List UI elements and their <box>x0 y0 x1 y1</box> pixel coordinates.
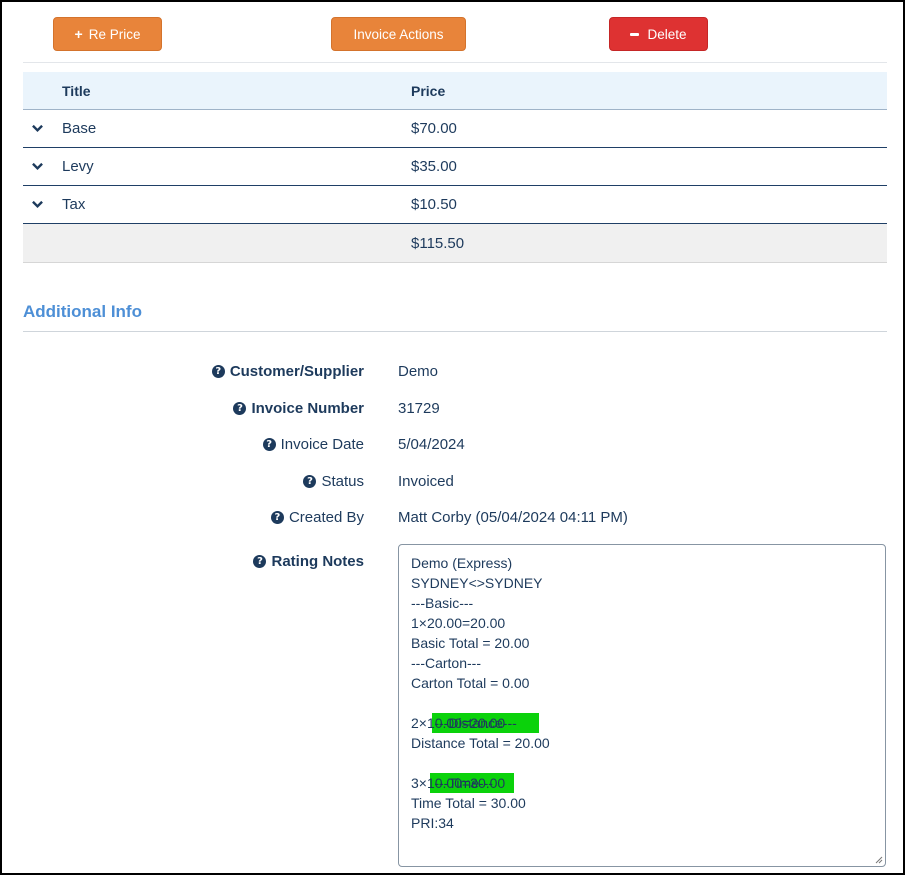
notes-line: Basic Total = 20.00 <box>411 635 530 651</box>
notes-line: SYDNEY<>SYDNEY <box>411 575 543 591</box>
field-label-text: Invoice Number <box>251 400 364 417</box>
row-title: Base <box>62 120 97 137</box>
notes-line: ---Basic--- <box>411 595 474 611</box>
column-header-title: Title <box>62 83 91 99</box>
toolbar-divider <box>23 62 887 63</box>
rating-notes-label: ? Rating Notes <box>253 553 364 570</box>
notes-line: Time Total = 30.00 <box>411 795 526 811</box>
notes-line: Carton Total = 0.00 <box>411 675 530 691</box>
invoice-actions-button[interactable]: Invoice Actions <box>331 17 466 51</box>
notes-line: 3×10.00=30.00 <box>411 775 506 791</box>
question-circle-icon[interactable]: ? <box>211 365 225 378</box>
chevron-down-icon[interactable] <box>32 161 43 172</box>
notes-line: Distance Total = 20.00 <box>411 735 550 751</box>
invoice-pricing-panel: + Re Price Invoice Actions Delete Title … <box>0 0 905 875</box>
notes-line: 1×20.00=20.00 <box>411 615 506 631</box>
field-label-text: Created By <box>288 509 364 526</box>
re-price-label: Re Price <box>88 26 141 42</box>
notes-line: Demo (Express) <box>411 555 513 571</box>
invoice-number-value: 31729 <box>398 400 440 417</box>
rating-notes-textarea[interactable]: Demo (Express) SYDNEY<>SYDNEY ---Basic--… <box>398 544 886 867</box>
plus-icon: + <box>74 26 83 42</box>
row-title: Levy <box>62 158 94 175</box>
section-divider <box>23 331 887 332</box>
invoice-number-label: ? Invoice Number <box>233 400 364 417</box>
notes-line: PRI:34 <box>411 815 454 831</box>
table-row[interactable]: Tax $10.50 <box>23 186 887 224</box>
chevron-down-icon[interactable] <box>32 199 43 210</box>
row-price: $70.00 <box>411 120 457 137</box>
delete-button[interactable]: Delete <box>609 17 708 51</box>
field-label-text: Status <box>321 473 364 490</box>
customer-supplier-label: ? Customer/Supplier <box>211 363 364 380</box>
field-label-text: Customer/Supplier <box>229 363 364 380</box>
customer-supplier-value: Demo <box>398 363 439 380</box>
field-label-text: Rating Notes <box>271 553 364 570</box>
row-title: Tax <box>62 196 86 213</box>
question-circle-icon[interactable]: ? <box>262 438 276 451</box>
question-circle-icon[interactable]: ? <box>270 511 284 524</box>
resize-grip-icon[interactable] <box>875 856 883 864</box>
row-price: $35.00 <box>411 158 457 175</box>
status-value: Invoiced <box>398 473 454 490</box>
table-row[interactable]: Base $70.00 <box>23 110 887 148</box>
notes-line: 2×10.00=20.00 <box>411 715 506 731</box>
table-total-row: $115.50 <box>23 224 887 263</box>
re-price-button[interactable]: + Re Price <box>53 17 162 51</box>
created-by-label: ? Created By <box>270 509 364 526</box>
created-by-value: Matt Corby (05/04/2024 04:11 PM) <box>398 509 628 526</box>
table-row[interactable]: Levy $35.00 <box>23 148 887 186</box>
total-price: $115.50 <box>411 235 465 252</box>
question-circle-icon[interactable]: ? <box>303 475 317 488</box>
invoice-actions-label: Invoice Actions <box>353 26 444 42</box>
invoice-date-label: ? Invoice Date <box>262 436 364 453</box>
notes-line-highlighted: ---Distance--- <box>411 693 873 733</box>
row-price: $10.50 <box>411 196 457 213</box>
delete-label: Delete <box>647 26 687 42</box>
notes-line-highlighted: ---Time--- <box>411 753 873 793</box>
price-table: Title Price Base $70.00 Levy $35.00 Tax … <box>23 72 887 263</box>
invoice-date-value: 5/04/2024 <box>398 436 465 453</box>
chevron-down-icon[interactable] <box>32 123 43 134</box>
column-header-price: Price <box>411 83 446 99</box>
minus-icon <box>630 32 640 36</box>
status-label: ? Status <box>303 473 364 490</box>
additional-info-heading: Additional Info <box>23 302 142 321</box>
question-circle-icon[interactable]: ? <box>233 402 247 415</box>
notes-line: ---Carton--- <box>411 655 481 671</box>
table-header-row: Title Price <box>23 72 887 110</box>
field-label-text: Invoice Date <box>280 436 364 453</box>
question-circle-icon[interactable]: ? <box>253 555 267 568</box>
